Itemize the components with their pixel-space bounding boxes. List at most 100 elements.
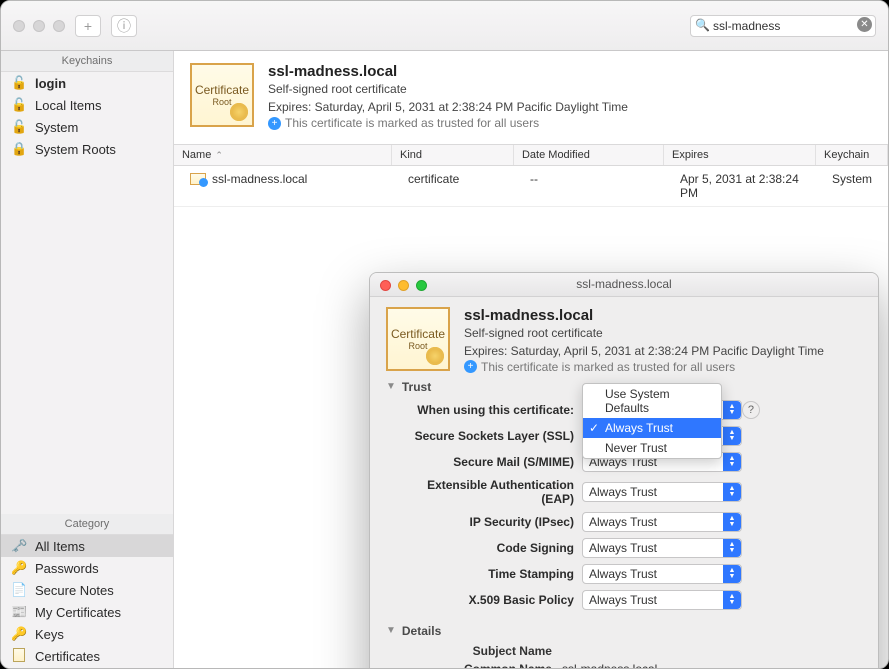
sort-ascending-icon: ⌃ xyxy=(215,150,223,161)
cell-modified: -- xyxy=(522,170,672,202)
minimize-window-button[interactable] xyxy=(33,20,45,32)
keychain-label: System xyxy=(35,120,78,135)
keychains-header: Keychains xyxy=(1,51,173,72)
select-arrows-icon: ▲▼ xyxy=(723,483,741,501)
modal-cert-title: ssl-madness.local xyxy=(464,307,824,324)
certificate-trust-note: +This certificate is marked as trusted f… xyxy=(268,116,628,130)
locked-icon: 🔒 xyxy=(11,141,27,157)
column-header-keychain[interactable]: Keychain xyxy=(816,145,888,165)
keychain-login[interactable]: 🔓login xyxy=(1,72,173,94)
select-arrows-icon: ▲▼ xyxy=(723,453,741,471)
modal-window-controls xyxy=(380,280,427,291)
trusted-badge-icon: + xyxy=(268,117,281,130)
category-certificates[interactable]: Certificates xyxy=(1,645,173,668)
category-label: Certificates xyxy=(35,649,100,664)
my-certificates-icon: 📰 xyxy=(11,604,27,620)
details-grid: Subject Name Common Namessl-madness.loca… xyxy=(392,644,862,669)
details-section-header[interactable]: ▼Details xyxy=(386,624,862,638)
policy-select-timestamp[interactable]: Always Trust▲▼ xyxy=(582,564,742,584)
cell-expires: Apr 5, 2031 at 2:38:24 PM xyxy=(672,170,824,202)
policy-label: Code Signing xyxy=(392,541,582,555)
dropdown-option-never-trust[interactable]: Never Trust xyxy=(583,438,721,458)
help-button[interactable]: ? xyxy=(742,401,760,419)
select-arrows-icon: ▲▼ xyxy=(723,513,741,531)
unlocked-icon: 🔓 xyxy=(11,75,27,91)
cell-name: ssl-madness.local xyxy=(182,170,400,202)
certificates-icon xyxy=(11,648,27,665)
select-arrows-icon: ▲▼ xyxy=(723,427,741,445)
keychain-local-items[interactable]: 🔓 Local Items xyxy=(1,94,173,116)
policy-label: Secure Sockets Layer (SSL) xyxy=(392,429,582,443)
category-passwords[interactable]: 🔑Passwords xyxy=(1,557,173,579)
main-panel: CertificateRoot ssl-madness.local Self-s… xyxy=(174,51,888,668)
policy-label: Extensible Authentication (EAP) xyxy=(392,478,582,506)
certificate-expires: Expires: Saturday, April 5, 2031 at 2:38… xyxy=(268,98,628,116)
modal-cert-trust-note: +This certificate is marked as trusted f… xyxy=(464,360,824,374)
column-header-expires[interactable]: Expires xyxy=(664,145,816,165)
disclosure-down-icon: ▼ xyxy=(386,625,396,636)
help-icon: ? xyxy=(748,404,754,416)
trusted-badge-icon: + xyxy=(464,360,477,373)
table-header: Name⌃ Kind Date Modified Expires Keychai… xyxy=(174,145,888,166)
category-header: Category xyxy=(1,514,173,535)
info-icon: ⓘ xyxy=(117,16,131,36)
keychain-label: System Roots xyxy=(35,142,116,157)
category-secure-notes[interactable]: 📄 Secure Notes xyxy=(1,579,173,601)
cell-kind: certificate xyxy=(400,170,522,202)
certificate-mini-icon xyxy=(190,173,206,185)
policy-select-ipsec[interactable]: Always Trust▲▼ xyxy=(582,512,742,532)
keychain-access-window: + ⓘ 🔍 ✕ Keychains 🔓login 🔓Local Items 🔓S… xyxy=(0,0,889,669)
keychain-system-roots[interactable]: 🔒 System Roots xyxy=(1,138,173,160)
category-my-certificates[interactable]: 📰 My Certificates xyxy=(1,601,173,623)
category-label: Passwords xyxy=(35,561,99,576)
policy-label: Secure Mail (S/MIME) xyxy=(392,455,582,469)
policy-select-codesign[interactable]: Always Trust▲▼ xyxy=(582,538,742,558)
close-window-button[interactable] xyxy=(13,20,25,32)
minimize-modal-button[interactable] xyxy=(398,280,409,291)
category-label: Secure Notes xyxy=(35,583,114,598)
policy-select-x509[interactable]: Always Trust▲▼ xyxy=(582,590,742,610)
category-keys[interactable]: 🔑Keys xyxy=(1,623,173,645)
zoom-modal-button[interactable] xyxy=(416,280,427,291)
disclosure-down-icon: ▼ xyxy=(386,381,396,392)
dropdown-option-always-trust[interactable]: Always Trust xyxy=(583,418,721,438)
column-header-modified[interactable]: Date Modified xyxy=(514,145,664,165)
column-header-kind[interactable]: Kind xyxy=(392,145,514,165)
table-row[interactable]: ssl-madness.local certificate -- Apr 5, … xyxy=(174,166,888,207)
policy-label: IP Security (IPsec) xyxy=(392,515,582,529)
category-label: My Certificates xyxy=(35,605,121,620)
add-button[interactable]: + xyxy=(75,15,101,37)
modal-titlebar: ssl-madness.local xyxy=(370,273,878,297)
cell-keychain: System xyxy=(824,170,880,202)
certificate-info-window: ssl-madness.local CertificateRoot ssl-ma… xyxy=(369,272,879,669)
column-header-name[interactable]: Name⌃ xyxy=(174,145,392,165)
modal-cert-expires: Expires: Saturday, April 5, 2031 at 2:38… xyxy=(464,342,824,360)
category-label: All Items xyxy=(35,539,85,554)
unlocked-icon: 🔓 xyxy=(11,97,27,113)
modal-body: CertificateRoot ssl-madness.local Self-s… xyxy=(370,297,878,669)
select-arrows-icon: ▲▼ xyxy=(723,401,741,419)
search-icon: 🔍 xyxy=(695,18,710,32)
close-modal-button[interactable] xyxy=(380,280,391,291)
policy-select-eap[interactable]: Always Trust▲▼ xyxy=(582,482,742,502)
common-name-label: Common Name xyxy=(392,662,562,669)
all-items-icon: 🗝️ xyxy=(11,538,27,554)
keychain-system[interactable]: 🔓System xyxy=(1,116,173,138)
category-all-items[interactable]: 🗝️ All Items xyxy=(1,535,173,557)
select-arrows-icon: ▲▼ xyxy=(723,539,741,557)
modal-title: ssl-madness.local xyxy=(576,277,671,291)
certificate-summary: CertificateRoot ssl-madness.local Self-s… xyxy=(174,51,888,145)
search-input[interactable] xyxy=(690,15,876,37)
notes-icon: 📄 xyxy=(11,582,27,598)
dropdown-option-system-defaults[interactable]: Use System Defaults xyxy=(583,384,721,418)
clear-search-button[interactable]: ✕ xyxy=(857,17,872,32)
common-name-value: ssl-madness.local xyxy=(562,662,862,669)
zoom-window-button[interactable] xyxy=(53,20,65,32)
policy-label: X.509 Basic Policy xyxy=(392,593,582,607)
select-arrows-icon: ▲▼ xyxy=(723,565,741,583)
info-button[interactable]: ⓘ xyxy=(111,15,137,37)
keychain-label: Local Items xyxy=(35,98,101,113)
toolbar: + ⓘ 🔍 ✕ xyxy=(1,1,888,51)
certificate-title: ssl-madness.local xyxy=(268,63,628,80)
when-using-label: When using this certificate: xyxy=(392,403,582,417)
